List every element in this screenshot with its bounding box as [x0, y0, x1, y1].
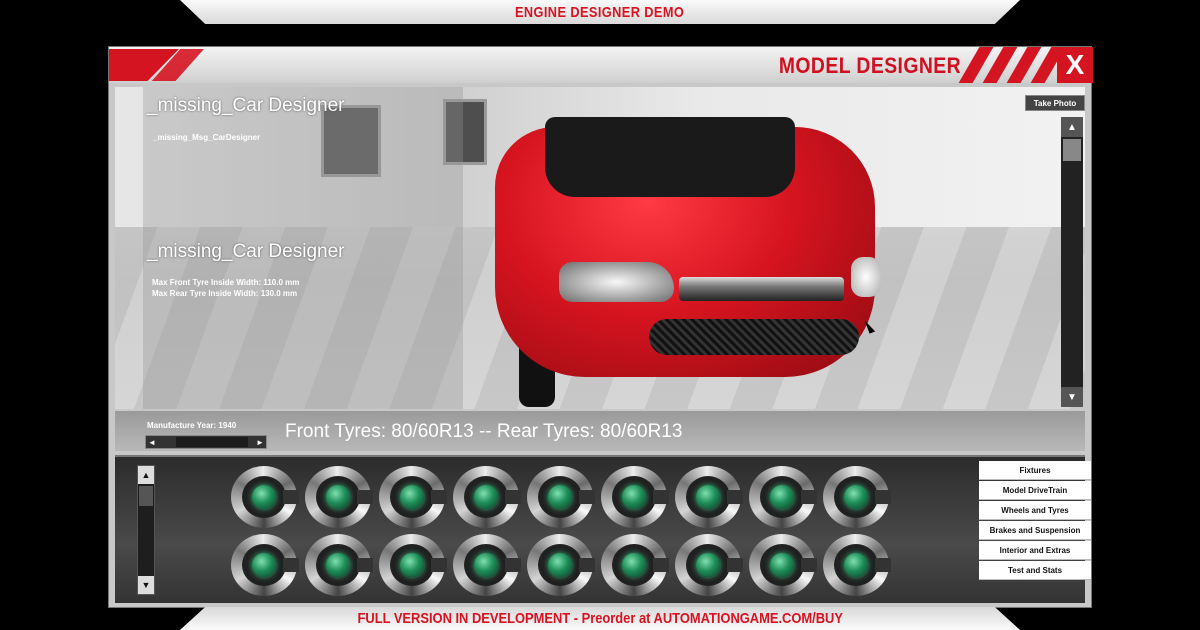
game-screen: ENGINE DESIGNER DEMO MODEL DESIGNER X _m…	[0, 0, 1200, 630]
part-ring-icon	[305, 466, 373, 528]
menu-item-brakes-and-suspension[interactable]: Brakes and Suspension	[979, 521, 1091, 540]
designer-subtitle: _missing_Car Designer	[147, 241, 345, 262]
parts-grid	[229, 465, 909, 597]
tyres-summary: Front Tyres: 80/60R13 -- Rear Tyres: 80/…	[285, 421, 683, 442]
part-ring-icon	[231, 534, 299, 596]
part-ring-icon	[379, 466, 447, 528]
part-slot-button[interactable]	[303, 533, 373, 597]
part-ring-icon	[823, 534, 891, 596]
car-grille	[679, 277, 844, 301]
mouse-cursor-icon	[864, 318, 876, 334]
part-slot-button[interactable]	[747, 533, 817, 597]
header-stripes	[958, 47, 1066, 83]
car-headlight	[851, 257, 881, 297]
slider-thumb[interactable]	[176, 437, 248, 447]
window-header: MODEL DESIGNER X	[109, 47, 1093, 83]
part-slot-button[interactable]	[525, 465, 595, 529]
part-ring-icon	[527, 534, 595, 596]
top-banner-text: ENGINE DESIGNER DEMO	[515, 3, 685, 21]
window-title: MODEL DESIGNER	[778, 53, 961, 78]
part-ring-icon	[749, 466, 817, 528]
bottom-banner-text: FULL VERSION IN DEVELOPMENT - Preorder a…	[357, 610, 843, 627]
parts-scrollbar[interactable]: ▲ ▼	[137, 465, 155, 595]
menu-item-wheels-and-tyres[interactable]: Wheels and Tyres	[979, 501, 1091, 520]
part-slot-button[interactable]	[229, 533, 299, 597]
front-tyre-spec: Max Front Tyre Inside Width: 110.0 mm	[152, 278, 300, 287]
car-model[interactable]	[479, 87, 999, 407]
part-ring-icon	[749, 534, 817, 596]
take-photo-button[interactable]: Take Photo	[1025, 95, 1085, 111]
menu-item-test-and-stats[interactable]: Test and Stats	[979, 561, 1091, 580]
part-slot-button[interactable]	[599, 465, 669, 529]
part-ring-icon	[453, 466, 521, 528]
designer-message: _missing_Msg_CarDesigner	[153, 133, 261, 142]
part-slot-button[interactable]	[821, 465, 891, 529]
part-ring-icon	[823, 466, 891, 528]
part-slot-button[interactable]	[821, 533, 891, 597]
part-ring-icon	[601, 534, 669, 596]
part-ring-icon	[231, 466, 299, 528]
car-viewport[interactable]: _missing_Car Designer _missing_Msg_CarDe…	[115, 87, 1085, 409]
part-slot-button[interactable]	[673, 465, 743, 529]
part-slot-button[interactable]	[229, 465, 299, 529]
close-button[interactable]: X	[1057, 47, 1093, 83]
bottom-banner: FULL VERSION IN DEVELOPMENT - Preorder a…	[180, 607, 1020, 630]
car-windshield	[545, 117, 795, 197]
designer-title: _missing_Car Designer	[147, 95, 345, 116]
car-headlight	[559, 262, 674, 302]
scroll-thumb[interactable]	[1063, 139, 1081, 161]
parts-panel: ▲ ▼ Fixtures Model DriveTrain Wheels and…	[115, 455, 1091, 603]
part-ring-icon	[379, 534, 447, 596]
part-ring-icon	[675, 534, 743, 596]
part-slot-button[interactable]	[377, 465, 447, 529]
part-ring-icon	[305, 534, 373, 596]
part-slot-button[interactable]	[451, 465, 521, 529]
menu-item-interior-and-extras[interactable]: Interior and Extras	[979, 541, 1091, 560]
designer-menu: Fixtures Model DriveTrain Wheels and Tyr…	[979, 461, 1091, 581]
scroll-up-arrow-icon[interactable]: ▲	[1061, 117, 1083, 137]
part-ring-icon	[527, 466, 595, 528]
part-ring-icon	[601, 466, 669, 528]
part-ring-icon	[675, 466, 743, 528]
part-slot-button[interactable]	[525, 533, 595, 597]
part-slot-button[interactable]	[673, 533, 743, 597]
viewport-scrollbar[interactable]: ▲ ▼	[1061, 117, 1083, 407]
slider-right-arrow-icon[interactable]: ►	[254, 436, 266, 448]
part-slot-button[interactable]	[451, 533, 521, 597]
part-slot-button[interactable]	[377, 533, 447, 597]
menu-item-model-drivetrain[interactable]: Model DriveTrain	[979, 481, 1091, 500]
manufacture-year-label: Manufacture Year: 1940	[147, 421, 237, 430]
car-air-intake	[649, 319, 859, 355]
slider-left-arrow-icon[interactable]: ◄	[146, 436, 158, 448]
model-designer-window: MODEL DESIGNER X _missing_Car Designer _…	[108, 46, 1093, 608]
rear-tyre-spec: Max Rear Tyre Inside Width: 130.0 mm	[152, 289, 298, 298]
scroll-down-arrow-icon[interactable]: ▼	[1061, 387, 1083, 407]
scroll-thumb[interactable]	[139, 486, 153, 506]
tyre-specs: Max Front Tyre Inside Width: 110.0 mm Ma…	[152, 277, 299, 299]
menu-item-fixtures[interactable]: Fixtures	[979, 461, 1091, 480]
manufacture-year-slider[interactable]: ◄ ►	[145, 435, 267, 449]
part-slot-button[interactable]	[599, 533, 669, 597]
scroll-down-arrow-icon[interactable]: ▼	[138, 576, 154, 594]
status-row: Manufacture Year: 1940 ◄ ► Front Tyres: …	[115, 411, 1085, 451]
part-slot-button[interactable]	[747, 465, 817, 529]
part-slot-button[interactable]	[303, 465, 373, 529]
part-ring-icon	[453, 534, 521, 596]
scroll-up-arrow-icon[interactable]: ▲	[138, 466, 154, 484]
top-banner: ENGINE DESIGNER DEMO	[180, 0, 1020, 24]
